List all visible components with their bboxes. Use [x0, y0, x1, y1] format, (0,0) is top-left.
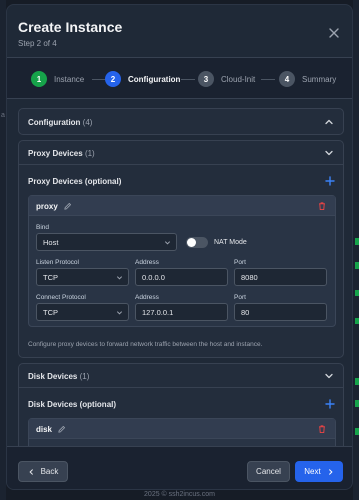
step-configuration[interactable]: 2 Configuration — [105, 71, 180, 87]
bind-value: Host — [43, 237, 59, 247]
background-status-bar — [355, 318, 359, 324]
proxy-device-header: proxy — [29, 196, 335, 216]
create-instance-modal: Create Instance Step 2 of 4 1 Instance 2… — [6, 4, 353, 490]
modal-body: Configuration (4) Proxy Devices (1) Prox… — [7, 100, 352, 446]
pencil-icon[interactable] — [63, 202, 72, 211]
background-status-bar — [355, 262, 359, 269]
nat-mode-toggle[interactable] — [186, 237, 208, 248]
step-connector — [181, 79, 195, 80]
step-label: Configuration — [128, 74, 181, 84]
chevron-left-icon — [29, 468, 33, 475]
add-disk-device-icon[interactable] — [325, 399, 335, 409]
connect-protocol-value: TCP — [43, 307, 58, 317]
step-number: 3 — [198, 71, 214, 87]
step-number: 4 — [279, 71, 295, 87]
proxy-devices-header[interactable]: Proxy Devices (1) — [19, 141, 343, 165]
step-number: 1 — [31, 71, 47, 87]
trash-icon[interactable] — [317, 424, 327, 434]
listen-port-input[interactable]: 8080 — [234, 268, 327, 286]
add-proxy-device-icon[interactable] — [325, 176, 335, 186]
next-button[interactable]: Next — [295, 461, 343, 482]
listen-protocol-label: Listen Protocol — [36, 259, 79, 266]
proxy-device-card: proxy Bind Host NAT Mode Listen Protocol… — [28, 195, 336, 327]
listen-port-label: Port — [234, 259, 246, 266]
modal-subtitle: Step 2 of 4 — [18, 39, 57, 48]
step-summary[interactable]: 4 Summary — [279, 71, 336, 87]
chevron-down-icon — [164, 241, 171, 245]
section-title: Proxy Devices — [28, 149, 83, 158]
chevron-down-icon — [116, 311, 123, 315]
listen-address-input[interactable]: 0.0.0.0 — [135, 268, 228, 286]
nat-mode-label: NAT Mode — [214, 239, 247, 246]
wizard-stepper: 1 Instance 2 Configuration 3 Cloud-Init … — [7, 58, 352, 99]
background-status-bar — [355, 428, 359, 435]
chevron-down-icon[interactable] — [324, 148, 334, 158]
step-connector — [92, 79, 106, 80]
disk-devices-subheading: Disk Devices (optional) — [28, 400, 117, 409]
configuration-section-header[interactable]: Configuration (4) — [18, 108, 344, 135]
step-instance[interactable]: 1 Instance — [31, 71, 84, 87]
section-count: (1) — [84, 149, 95, 158]
background-status-bar — [355, 378, 359, 385]
disk-devices-header[interactable]: Disk Devices (1) — [19, 364, 343, 388]
back-label: Back — [40, 467, 59, 476]
section-count: (4) — [82, 118, 93, 127]
chevron-up-icon[interactable] — [324, 117, 334, 127]
cancel-button[interactable]: Cancel — [247, 461, 290, 482]
bind-label: Bind — [36, 224, 50, 231]
chevron-down-icon[interactable] — [324, 371, 334, 381]
background-status-bar — [355, 400, 359, 407]
proxy-help-text: Configure proxy devices to forward netwo… — [28, 341, 263, 348]
background-panel-right — [353, 0, 359, 500]
step-label: Instance — [54, 74, 85, 84]
disk-devices-section: Disk Devices (1) Disk Devices (optional)… — [18, 363, 344, 446]
listen-protocol-select[interactable]: TCP — [36, 268, 129, 286]
connect-protocol-label: Connect Protocol — [36, 294, 86, 301]
step-label: Cloud-Init — [221, 74, 256, 84]
chevron-right-icon — [328, 468, 333, 475]
step-number: 2 — [105, 71, 121, 87]
close-icon[interactable] — [327, 26, 341, 40]
section-title: Configuration — [28, 118, 81, 127]
proxy-devices-subheading: Proxy Devices (optional) — [28, 177, 122, 186]
connect-port-input[interactable]: 80 — [234, 303, 327, 321]
modal-footer: Back Cancel Next — [7, 446, 352, 489]
step-connector — [261, 79, 275, 80]
connect-port-label: Port — [234, 294, 246, 301]
listen-address-label: Address — [135, 259, 159, 266]
disk-device-card: disk — [28, 418, 336, 446]
next-label: Next — [304, 467, 321, 476]
section-count: (1) — [79, 372, 90, 381]
background-text: a — [1, 112, 5, 119]
disk-device-header: disk — [29, 419, 335, 439]
pencil-icon[interactable] — [57, 425, 66, 434]
toggle-knob — [187, 238, 196, 247]
modal-title: Create Instance — [18, 19, 123, 35]
step-cloud-init[interactable]: 3 Cloud-Init — [198, 71, 255, 87]
back-button[interactable]: Back — [18, 461, 68, 482]
section-title: Disk Devices — [28, 372, 78, 381]
chevron-down-icon — [116, 276, 123, 280]
device-name: disk — [36, 425, 53, 434]
trash-icon[interactable] — [317, 201, 327, 211]
page-copyright: 2025 © ssh2incus.com — [144, 491, 215, 498]
connect-address-input[interactable]: 127.0.0.1 — [135, 303, 228, 321]
step-label: Summary — [302, 74, 337, 84]
background-status-bar — [355, 290, 359, 296]
connect-address-label: Address — [135, 294, 159, 301]
listen-protocol-value: TCP — [43, 272, 58, 282]
proxy-devices-section: Proxy Devices (1) Proxy Devices (optiona… — [18, 140, 344, 358]
device-name: proxy — [36, 202, 58, 211]
background-status-bar — [355, 238, 359, 245]
connect-protocol-select[interactable]: TCP — [36, 303, 129, 321]
bind-select[interactable]: Host — [36, 233, 177, 251]
